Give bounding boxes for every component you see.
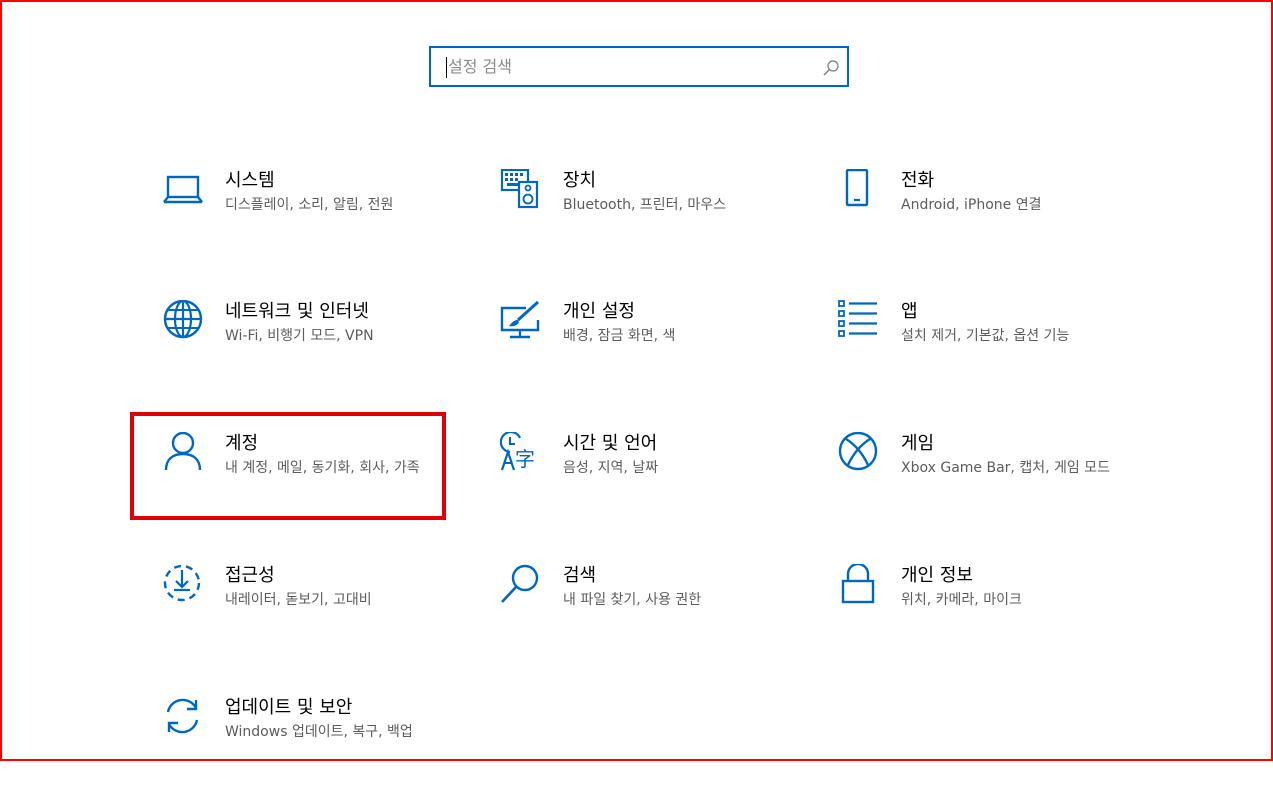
sync-icon xyxy=(162,696,206,740)
lock-icon xyxy=(838,564,882,608)
tile-title: 네트워크 및 인터넷 xyxy=(225,301,369,322)
tile-description: Android, iPhone 연결 xyxy=(901,197,1042,213)
paint-monitor-icon xyxy=(500,300,544,344)
tile-description: 설치 제거, 기본값, 옵션 기능 xyxy=(901,328,1070,344)
tile-title: 게임 xyxy=(901,433,935,454)
tile-title: 업데이트 및 보안 xyxy=(225,697,353,718)
tile-personalization[interactable]: 개인 설정 배경, 잠금 화면, 색 xyxy=(500,300,800,390)
tile-title: 접근성 xyxy=(225,565,275,586)
text-caret xyxy=(446,57,447,78)
tile-ease-of-access[interactable]: 접근성 내레이터, 돋보기, 고대비 xyxy=(162,564,462,654)
tile-description: Bluetooth, 프린터, 마우스 xyxy=(563,197,727,213)
tile-description: 내레이터, 돋보기, 고대비 xyxy=(225,592,372,608)
xbox-icon xyxy=(838,432,882,476)
tile-title: 검색 xyxy=(563,565,597,586)
tile-description: 음성, 지역, 날짜 xyxy=(563,460,659,476)
settings-search-box[interactable]: 설정 검색 xyxy=(429,46,849,87)
tile-title: 장치 xyxy=(563,170,597,191)
tile-system[interactable]: 시스템 디스플레이, 소리, 알림, 전원 xyxy=(162,169,462,259)
phone-icon xyxy=(838,169,882,213)
time-language-icon: 字 xyxy=(500,432,544,476)
laptop-icon xyxy=(162,169,206,213)
tile-description: Wi-Fi, 비행기 모드, VPN xyxy=(225,328,374,344)
tile-phone[interactable]: 전화 Android, iPhone 연결 xyxy=(838,169,1138,259)
tile-title: 전화 xyxy=(901,170,935,191)
tile-network[interactable]: 네트워크 및 인터넷 Wi-Fi, 비행기 모드, VPN xyxy=(162,300,462,390)
tile-description: Xbox Game Bar, 캡처, 게임 모드 xyxy=(901,460,1110,476)
globe-icon xyxy=(162,300,206,344)
apps-list-icon xyxy=(838,300,882,344)
tile-privacy[interactable]: 개인 정보 위치, 카메라, 마이크 xyxy=(838,564,1138,654)
tile-search[interactable]: 검색 내 파일 찾기, 사용 권한 xyxy=(500,564,800,654)
magnifier-icon xyxy=(500,564,544,608)
tile-gaming[interactable]: 게임 Xbox Game Bar, 캡처, 게임 모드 xyxy=(838,432,1138,522)
tile-description: Windows 업데이트, 복구, 백업 xyxy=(225,724,413,740)
search-icon xyxy=(821,58,841,78)
tile-update-security[interactable]: 업데이트 및 보안 Windows 업데이트, 복구, 백업 xyxy=(162,696,462,786)
tile-title: 앱 xyxy=(901,301,918,322)
tile-devices[interactable]: 장치 Bluetooth, 프린터, 마우스 xyxy=(500,169,800,259)
tile-description: 내 파일 찾기, 사용 권한 xyxy=(563,592,702,608)
accounts-highlight-box xyxy=(130,412,446,520)
tile-title: 개인 정보 xyxy=(901,565,973,586)
search-placeholder: 설정 검색 xyxy=(448,57,512,76)
tile-time-language[interactable]: 字 시간 및 언어 음성, 지역, 날짜 xyxy=(500,432,800,522)
tile-description: 위치, 카메라, 마이크 xyxy=(901,592,1022,608)
tile-title: 개인 설정 xyxy=(563,301,635,322)
window-frame: 설정 검색 시스템 디스플레이, 소리, 알림, 전원 장치 Bluetooth… xyxy=(0,0,1273,761)
tile-title: 시스템 xyxy=(225,170,275,191)
tile-description: 디스플레이, 소리, 알림, 전원 xyxy=(225,197,394,213)
keyboard-speaker-icon xyxy=(500,169,544,213)
svg-text:字: 字 xyxy=(515,447,535,471)
tile-title: 시간 및 언어 xyxy=(563,433,658,454)
ease-of-access-icon xyxy=(162,564,206,608)
tile-apps[interactable]: 앱 설치 제거, 기본값, 옵션 기능 xyxy=(838,300,1138,390)
tile-description: 배경, 잠금 화면, 색 xyxy=(563,328,676,344)
